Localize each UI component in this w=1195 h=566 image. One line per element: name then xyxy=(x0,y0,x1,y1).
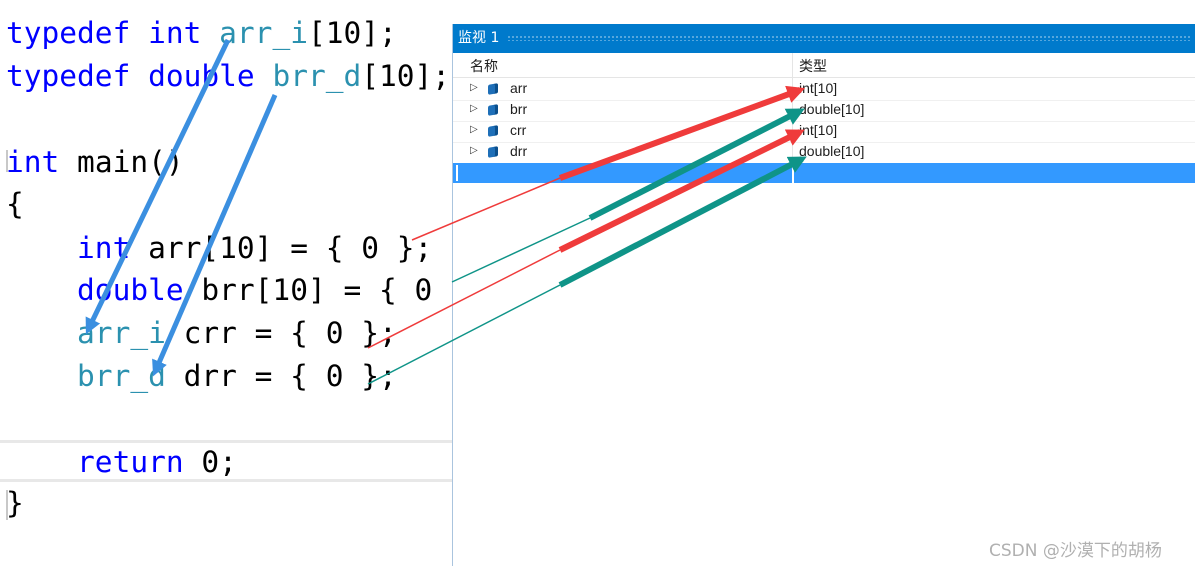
watch-window-title: 监视 1 xyxy=(458,30,500,46)
watch-window[interactable]: 监视 1 名称 类型 ▷ arr int[10] ▷ brr double[10… xyxy=(452,24,1195,566)
watch-row-name: crr xyxy=(510,122,527,138)
expand-arrow-icon[interactable]: ▷ xyxy=(470,82,478,93)
code-line-close-brace: } xyxy=(6,486,24,520)
variable-object-icon xyxy=(488,125,498,137)
watch-window-title-bar[interactable]: 监视 1 xyxy=(453,24,1195,53)
code-editor[interactable]: typedef int arr_i[10]; typedef double br… xyxy=(0,0,468,566)
variable-object-icon xyxy=(488,83,498,95)
code-line-return: return 0; xyxy=(77,445,237,479)
column-header-type[interactable]: 类型 xyxy=(799,56,827,76)
variable-object-icon xyxy=(488,104,498,116)
watch-row-type: int[10] xyxy=(799,122,838,138)
watch-row-name: arr xyxy=(510,80,528,96)
watch-row-arr[interactable]: ▷ arr int[10] xyxy=(453,79,1195,100)
code-line-main: int main() xyxy=(6,145,184,179)
code-line-open-brace: { xyxy=(6,187,24,221)
code-line-crr: arr_i crr = { 0 }; xyxy=(77,316,397,350)
text-caret xyxy=(456,165,458,181)
watch-row-drr[interactable]: ▷ drr double[10] xyxy=(453,142,1195,163)
watch-row-type: double[10] xyxy=(799,143,865,159)
code-line-arr: int arr[10] = { 0 }; xyxy=(77,231,433,265)
watch-row-type: int[10] xyxy=(799,80,838,96)
code-line-drr: brr_d drr = { 0 }; xyxy=(77,359,397,393)
column-header-name[interactable]: 名称 xyxy=(470,56,498,76)
expand-arrow-icon[interactable]: ▷ xyxy=(470,145,478,156)
selected-row-column-divider xyxy=(792,163,794,183)
expand-arrow-icon[interactable]: ▷ xyxy=(470,103,478,114)
title-bar-grip[interactable] xyxy=(507,35,1190,41)
code-line-brr: double brr[10] = { 0 } xyxy=(77,273,468,307)
watch-row-new-expression[interactable] xyxy=(453,163,1195,183)
watch-row-crr[interactable]: ▷ crr int[10] xyxy=(453,121,1195,142)
watermark: CSDN @沙漠下的胡杨 xyxy=(989,541,1162,561)
code-line-1: typedef int arr_i[10]; xyxy=(6,16,397,50)
watch-row-type: double[10] xyxy=(799,101,865,117)
watch-row-name: drr xyxy=(510,143,528,159)
variable-object-icon xyxy=(488,146,498,158)
watch-row-brr[interactable]: ▷ brr double[10] xyxy=(453,100,1195,121)
watch-column-header: 名称 类型 xyxy=(453,53,1195,78)
code-line-2: typedef double brr_d[10]; xyxy=(6,59,451,93)
expand-arrow-icon[interactable]: ▷ xyxy=(470,124,478,135)
watch-row-name: brr xyxy=(510,101,528,117)
